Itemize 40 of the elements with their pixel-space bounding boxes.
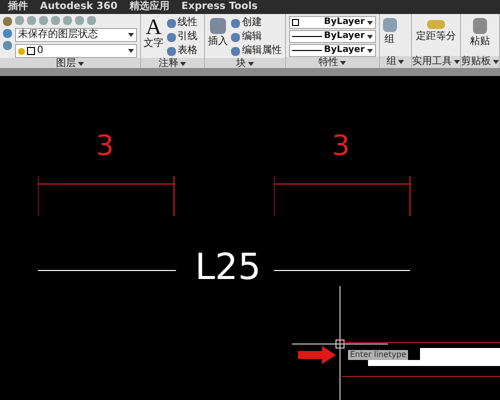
insert-button[interactable]: 插入 <box>208 36 228 48</box>
divide-button[interactable]: 定距等分 <box>416 31 456 43</box>
property-dropdown[interactable]: ByLayer <box>289 30 376 43</box>
caret-icon[interactable] <box>454 60 460 64</box>
property-dropdown[interactable]: ByLayer <box>289 16 376 29</box>
text-icon[interactable]: A <box>146 16 162 38</box>
ribbon-tab[interactable]: Express Tools <box>181 0 258 14</box>
ribbon-command[interactable]: 线性 <box>178 17 198 29</box>
caret-icon[interactable] <box>180 62 186 66</box>
caret-icon[interactable] <box>493 60 499 64</box>
ribbon-tab[interactable]: 插件 <box>8 0 28 14</box>
ribbon-command[interactable]: 编辑属性 <box>242 45 282 57</box>
caret-icon[interactable] <box>128 33 134 37</box>
linetype-label: L25 <box>195 248 261 288</box>
caret-icon[interactable] <box>366 20 373 24</box>
property-dropdown[interactable]: ByLayer <box>289 44 376 57</box>
caret-icon[interactable] <box>398 60 404 64</box>
ribbon-command[interactable]: 表格 <box>178 45 198 57</box>
ribbon-tab[interactable]: 精选应用 <box>129 0 170 14</box>
dimension-text: 3 <box>96 131 114 161</box>
panel-title[interactable]: 图层 <box>56 58 76 70</box>
ribbon-command[interactable]: 引线 <box>178 31 198 43</box>
panel-title[interactable]: 块 <box>236 58 246 70</box>
caret-icon[interactable] <box>366 34 373 38</box>
group-button[interactable]: 组 <box>384 34 395 46</box>
ribbon-tab[interactable]: Autodesk 360 <box>40 0 118 14</box>
caret-icon[interactable] <box>248 62 254 66</box>
caret-icon[interactable] <box>366 48 373 52</box>
layer-dropdown[interactable]: 0 <box>15 44 137 58</box>
ribbon-command[interactable]: 编辑 <box>242 31 262 43</box>
caret-icon[interactable] <box>340 61 346 65</box>
arrow-icon <box>298 346 336 364</box>
paste-button[interactable]: 粘贴 <box>470 36 490 48</box>
caret-icon[interactable] <box>78 62 84 66</box>
dimension-text: 3 <box>332 131 350 161</box>
text-button[interactable]: 文字 <box>144 38 164 50</box>
layer-state-dropdown[interactable]: 未保存的图层状态 <box>15 28 137 42</box>
tooltip: Enter linetype <box>348 350 408 360</box>
caret-icon[interactable] <box>128 49 134 53</box>
ribbon-command[interactable]: 创建 <box>242 17 262 29</box>
